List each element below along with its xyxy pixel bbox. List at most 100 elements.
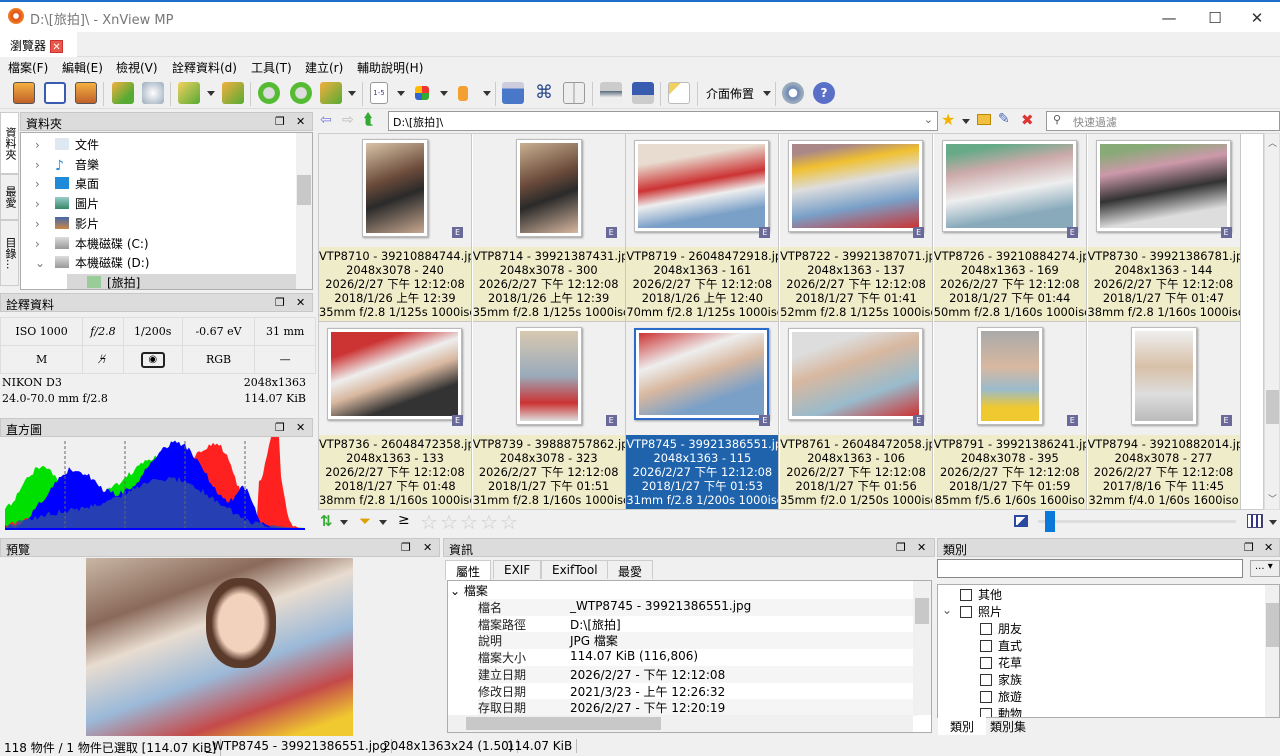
- menu-create[interactable]: 建立(r): [305, 59, 343, 76]
- category-checkbox[interactable]: [980, 640, 992, 652]
- path-input[interactable]: D:\[旅拍]\ ⌄: [388, 111, 938, 131]
- rating-star-icon[interactable]: ☆: [420, 512, 438, 532]
- category-item[interactable]: 家族: [980, 671, 1022, 688]
- side-tab-folders[interactable]: 資料夾: [0, 112, 19, 174]
- help-icon[interactable]: ?: [813, 82, 835, 104]
- tab-categories[interactable]: 類別: [938, 717, 986, 735]
- convert-icon[interactable]: [112, 82, 134, 104]
- thumbnail-item[interactable]: E VTP8714 - 39921387431.jp 2048x3078 - 300…: [473, 134, 626, 322]
- parent-folder-icon[interactable]: ⮬: [364, 110, 373, 128]
- float-panel-icon[interactable]: ❐: [275, 296, 285, 309]
- close-panel-icon[interactable]: ✕: [423, 541, 432, 554]
- binoculars-icon[interactable]: ⌘: [533, 82, 555, 104]
- folder-tree-item[interactable]: › 桌面: [35, 175, 99, 194]
- folder-tree-item[interactable]: › ♪ 音樂: [35, 156, 99, 175]
- float-panel-icon[interactable]: ❐: [401, 541, 411, 554]
- side-tab-favorites[interactable]: 最愛: [0, 174, 19, 220]
- dropdown-arrow-icon[interactable]: [483, 91, 491, 96]
- category-checkbox[interactable]: [980, 623, 992, 635]
- float-panel-icon[interactable]: ❐: [1244, 541, 1254, 554]
- tab-category-sets[interactable]: 類別集: [990, 717, 1026, 735]
- rating-star-icon[interactable]: ☆: [440, 512, 458, 532]
- tab-exif[interactable]: EXIF: [493, 560, 541, 579]
- menu-edit[interactable]: 編輯(E): [62, 59, 103, 76]
- back-arrow-icon[interactable]: ⇦: [320, 112, 332, 128]
- forward-arrow-icon[interactable]: ⇨: [342, 112, 354, 128]
- rating-star-icon[interactable]: ☆: [480, 512, 498, 532]
- move-to-icon[interactable]: [178, 82, 200, 104]
- rotate-right-icon[interactable]: [290, 82, 312, 104]
- slideshow-icon[interactable]: [75, 82, 97, 104]
- thumbnail-item[interactable]: E VTP8739 - 39888757862.jp 2048x3078 - 323…: [473, 322, 626, 510]
- thumbnail-item[interactable]: E VTP8736 - 26048472358.jp 2048x1363 - 133…: [319, 322, 472, 510]
- tab-browser[interactable]: 瀏覽器 ✕: [0, 32, 77, 57]
- menu-help[interactable]: 輔助說明(H): [357, 59, 423, 76]
- dropdown-arrow-icon[interactable]: [962, 119, 970, 124]
- float-panel-icon[interactable]: ❐: [275, 421, 285, 434]
- close-panel-icon[interactable]: ✕: [1264, 541, 1273, 554]
- thumbnail-grid-scrollbar[interactable]: ︿ ﹀: [1264, 133, 1280, 510]
- float-panel-icon[interactable]: ❐: [275, 115, 285, 128]
- category-item[interactable]: 直式: [980, 637, 1022, 654]
- sort-icon[interactable]: ⇅: [320, 512, 333, 530]
- favorite-star-icon[interactable]: ★: [941, 110, 955, 129]
- side-tab-catalog[interactable]: 目錄...: [0, 220, 19, 286]
- close-panel-icon[interactable]: ✕: [296, 115, 305, 128]
- dropdown-arrow-icon[interactable]: [207, 91, 215, 96]
- category-search-input[interactable]: [937, 559, 1243, 578]
- category-checkbox[interactable]: [980, 674, 992, 686]
- tab-favorites[interactable]: 最愛: [607, 560, 653, 579]
- rating-star-icon[interactable]: ☆: [460, 512, 478, 532]
- folder-tree-item[interactable]: › 影片: [35, 215, 99, 234]
- folder-tree-item[interactable]: › 圖片: [35, 195, 99, 214]
- category-checkbox[interactable]: [960, 606, 972, 618]
- chevron-right-icon[interactable]: ›: [35, 177, 51, 191]
- minimize-button[interactable]: —: [1146, 6, 1192, 30]
- category-checkbox[interactable]: [960, 589, 972, 601]
- layout-menu-button[interactable]: 介面佈置: [706, 85, 754, 102]
- chevron-right-icon[interactable]: ›: [35, 237, 51, 251]
- dropdown-arrow-icon[interactable]: [379, 520, 387, 525]
- menu-tools[interactable]: 工具(T): [251, 59, 292, 76]
- close-button[interactable]: ✕: [1234, 6, 1280, 30]
- rating-comparison-icon[interactable]: ≥: [398, 512, 410, 528]
- dropdown-arrow-icon[interactable]: [440, 91, 448, 96]
- compare-icon[interactable]: [563, 82, 585, 104]
- folder-tree-scrollbar[interactable]: [296, 133, 312, 289]
- folder-tree-item[interactable]: › 文件: [35, 136, 99, 155]
- bookmark-icon[interactable]: [458, 86, 468, 101]
- quick-filter-input[interactable]: ⚲ 快速過濾: [1046, 111, 1280, 131]
- chevron-down-icon[interactable]: ⌄: [942, 603, 952, 617]
- thumbnail-item[interactable]: E VTP8745 - 39921386551.jp 2048x1363 - 115…: [626, 322, 779, 510]
- view-image-icon[interactable]: [13, 82, 35, 104]
- dropdown-arrow-icon[interactable]: [763, 91, 771, 96]
- menu-metadata[interactable]: 詮釋資料(d): [172, 59, 237, 76]
- folder-tree-icon[interactable]: [668, 82, 690, 104]
- rotate-left-icon[interactable]: [258, 82, 280, 104]
- view-mode-icon[interactable]: 1-5: [370, 82, 388, 104]
- tab-properties[interactable]: 屬性: [445, 560, 491, 580]
- thumbnail-item[interactable]: E VTP8726 - 39210884274.jp 2048x1363 - 169…: [934, 134, 1087, 322]
- delete-icon[interactable]: ✖: [1021, 111, 1034, 129]
- fullscreen-icon[interactable]: [44, 82, 66, 104]
- close-tab-icon[interactable]: ✕: [50, 40, 63, 53]
- thumbnail-item[interactable]: E VTP8761 - 26048472058.jp 2048x1363 - 106…: [780, 322, 933, 510]
- category-checkbox[interactable]: [980, 691, 992, 703]
- category-tree-scrollbar[interactable]: [1265, 585, 1280, 717]
- properties-horizontal-scrollbar[interactable]: [448, 715, 913, 732]
- dropdown-arrow-icon[interactable]: [348, 91, 356, 96]
- new-folder-icon[interactable]: [977, 114, 991, 125]
- thumbnail-item[interactable]: E VTP8730 - 39921386781.jp 2048x1363 - 144…: [1088, 134, 1241, 322]
- properties-icon[interactable]: [142, 82, 164, 104]
- properties-vertical-scrollbar[interactable]: [913, 581, 931, 715]
- menu-file[interactable]: 檔案(F): [8, 59, 48, 76]
- maximize-button[interactable]: ☐: [1192, 6, 1238, 30]
- dropdown-arrow-icon[interactable]: [1269, 520, 1277, 525]
- category-item[interactable]: 花草: [980, 654, 1022, 671]
- chevron-right-icon[interactable]: ›: [35, 197, 51, 211]
- category-item[interactable]: ⌄ 照片: [960, 603, 1002, 620]
- folder-tree-item[interactable]: [旅拍]: [67, 274, 297, 290]
- folder-tree-item[interactable]: ⌄ 本機磁碟 (D:): [35, 254, 149, 273]
- group-file[interactable]: ⌄ 檔案: [450, 582, 488, 599]
- close-panel-icon[interactable]: ✕: [296, 296, 305, 309]
